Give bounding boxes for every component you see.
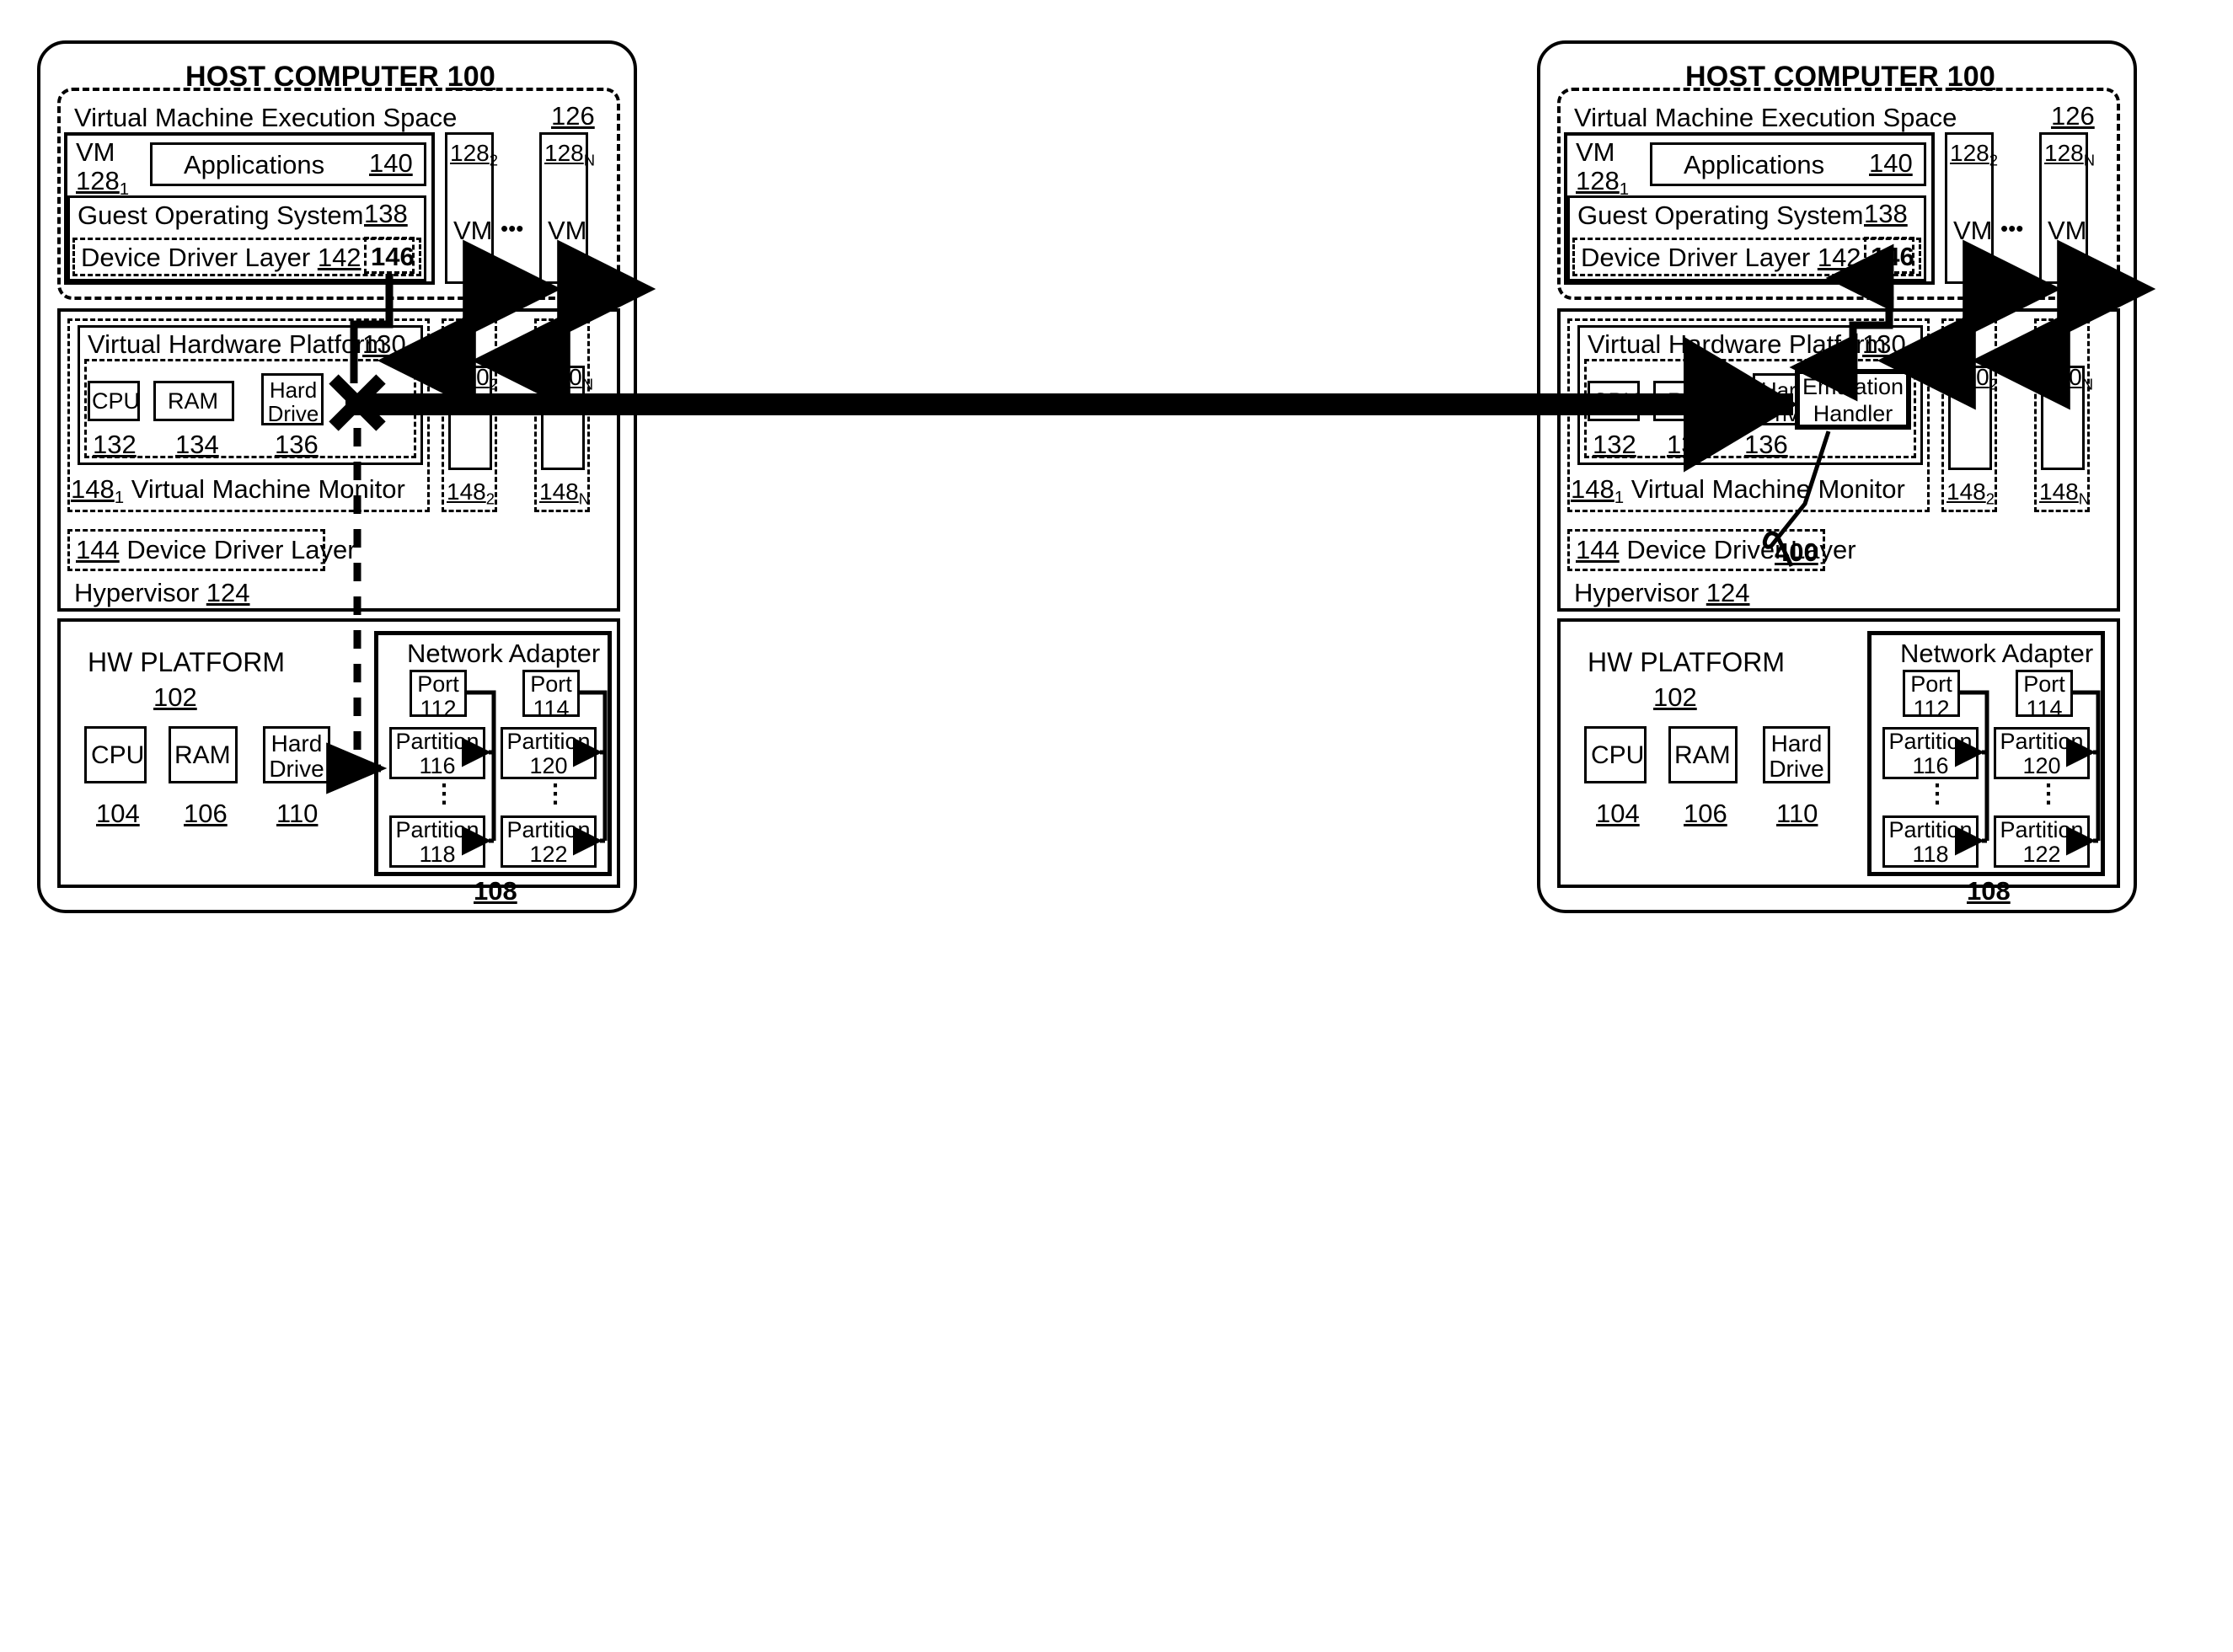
host-title-left: HOST COMPUTER 100	[185, 61, 496, 93]
vhp-n-ref-right: 130N	[2043, 364, 2094, 393]
virtual-cpu-label-right: CPU	[1592, 388, 1641, 414]
callout-400-label: 400	[1775, 537, 1818, 567]
hw-cpu-ref-left: 104	[96, 799, 140, 828]
applications-label-left: Applications	[184, 150, 325, 179]
hw-hard-drive-label-left: Hard Drive	[269, 730, 324, 783]
vm-ellipsis-left: •••	[501, 216, 524, 241]
port-112-label-left: Port 112	[417, 671, 459, 722]
vhp-ref-left: 1301	[362, 329, 416, 363]
virtual-hard-drive-label-left: Hard Drive	[267, 377, 319, 427]
vmn-ref-right: 128N	[2044, 140, 2096, 169]
vmm-2-ref-left: 1482	[447, 478, 495, 508]
hw-hard-drive-label-right: Hard Drive	[1769, 730, 1824, 783]
hw-cpu-label-right: CPU	[1591, 741, 1645, 769]
vmn-name-right: VM	[2048, 216, 2087, 245]
partition-116-label-right: Partition 116	[1888, 729, 1973, 779]
vhp-ref-right: 1301	[1862, 329, 1916, 363]
partition-120-label-right: Partition 120	[2000, 729, 2084, 779]
vmx-ref-right: 126	[2051, 101, 2095, 131]
partition-vdots-2-right: ⋮	[2036, 780, 2061, 808]
partition-122-label-left: Partition 122	[506, 817, 591, 868]
hw-ram-ref-right: 106	[1684, 799, 1727, 828]
hypervisor-label-right: Hypervisor 124	[1574, 578, 1750, 607]
network-adapter-ref-right: 108	[1967, 876, 2011, 906]
vmm-1-label-right: 1481 Virtual Machine Monitor	[1571, 474, 1905, 508]
virtual-cpu-label-left: CPU	[92, 388, 141, 414]
hw-hard-drive-ref-left: 110	[276, 799, 319, 828]
hw-ram-ref-left: 106	[184, 799, 228, 828]
network-adapter-title-left: Network Adapter	[407, 639, 601, 668]
partition-vdots-1-right: ⋮	[1925, 780, 1950, 808]
guest-os-label-left: Guest Operating System	[78, 200, 364, 230]
vm1-name-left: VM	[76, 137, 115, 167]
partition-118-label-left: Partition 118	[395, 817, 479, 868]
port-114-label-right: Port 114	[2023, 671, 2065, 722]
virtual-cpu-ref-left: 132	[93, 430, 137, 459]
vhp-n-ref-left: 130N	[543, 364, 594, 393]
port-112-label-right: Port 112	[1910, 671, 1952, 722]
vm-ellipsis-right: •••	[2000, 216, 2024, 241]
vmm-n-ref-right: 148N	[2039, 478, 2091, 508]
hw-cpu-label-left: CPU	[91, 741, 145, 769]
vhp-title-left: Virtual Hardware Platform	[88, 329, 387, 359]
vmx-title-left: Virtual Machine Execution Space	[74, 103, 458, 132]
hypervisor-label-left: Hypervisor 124	[74, 578, 250, 607]
guest-os-ref-right: 138	[1864, 199, 1908, 228]
network-adapter-title-right: Network Adapter	[1900, 639, 2094, 668]
host-title-right: HOST COMPUTER 100	[1684, 61, 1996, 93]
vm2-ref-left: 1282	[450, 140, 498, 169]
vhp-2-ref-right: 1302	[1950, 364, 1998, 393]
port-114-label-left: Port 114	[530, 671, 572, 722]
virtual-hard-drive-ref-right: 136	[1744, 430, 1788, 459]
hw-ram-label-left: RAM	[174, 741, 231, 769]
vm2-name-left: VM	[453, 216, 493, 245]
vhp-title-right: Virtual Hardware Platform	[1588, 329, 1887, 359]
applications-ref-left: 140	[369, 148, 413, 178]
guest-os-label-right: Guest Operating System	[1577, 200, 1864, 230]
hw-ram-label-right: RAM	[1674, 741, 1731, 769]
vmm-1-label-left: 1481 Virtual Machine Monitor	[71, 474, 405, 508]
vmm-2-ref-right: 1482	[1947, 478, 1995, 508]
vm2-ref-right: 1282	[1950, 140, 1998, 169]
virtual-ram-label-left: RAM	[168, 388, 218, 414]
virtual-ram-label-right: RAM	[1668, 388, 1718, 414]
vmx-title-right: Virtual Machine Execution Space	[1574, 103, 1957, 132]
partition-vdots-2-left: ⋮	[543, 780, 568, 808]
virtual-hard-drive-ref-left: 136	[275, 430, 319, 459]
hw-platform-ref-left: 102	[153, 682, 197, 712]
network-adapter-ref-left: 108	[474, 876, 517, 906]
ddl142-label-right: Device Driver Layer 142	[1581, 243, 1861, 272]
vmm-n-ref-left: 148N	[539, 478, 591, 508]
applications-ref-right: 140	[1869, 148, 1913, 178]
vm2-name-right: VM	[1953, 216, 1993, 245]
vm1-ref-right: 1281	[1576, 166, 1630, 200]
hw-cpu-ref-right: 104	[1596, 799, 1640, 828]
patent-figure: HOST COMPUTER 100 Virtual Machine Execut…	[0, 0, 2233, 1652]
vmx-ref-left: 126	[551, 101, 595, 131]
partition-120-label-left: Partition 120	[506, 729, 591, 779]
virtual-cpu-ref-right: 132	[1593, 430, 1636, 459]
partition-118-label-right: Partition 118	[1888, 817, 1973, 868]
hw-platform-ref-right: 102	[1653, 682, 1697, 712]
vhp-2-ref-left: 1302	[450, 364, 498, 393]
hw-platform-title-right: HW PLATFORM	[1588, 647, 1786, 677]
hw-platform-title-left: HW PLATFORM	[88, 647, 286, 677]
box-146-label-left: 146	[371, 242, 415, 271]
vmn-ref-left: 128N	[544, 140, 596, 169]
vmn-name-left: VM	[548, 216, 587, 245]
vm1-name-right: VM	[1576, 137, 1615, 167]
emulation-handler-label: Emulation Handler	[1802, 374, 1904, 426]
ddl144-label-left: 144 Device Driver Layer	[76, 535, 356, 564]
partition-122-label-right: Partition 122	[2000, 817, 2084, 868]
vm1-ref-left: 1281	[76, 166, 130, 200]
virtual-ram-ref-left: 134	[175, 430, 219, 459]
applications-label-right: Applications	[1684, 150, 1825, 179]
partition-vdots-1-left: ⋮	[431, 780, 457, 808]
virtual-ram-ref-right: 134	[1667, 430, 1711, 459]
guest-os-ref-left: 138	[364, 199, 408, 228]
partition-116-label-left: Partition 116	[395, 729, 479, 779]
hw-hard-drive-ref-right: 110	[1776, 799, 1818, 828]
box-146-label-right: 146	[1871, 242, 1914, 271]
ddl142-label-left: Device Driver Layer 142	[81, 243, 361, 272]
